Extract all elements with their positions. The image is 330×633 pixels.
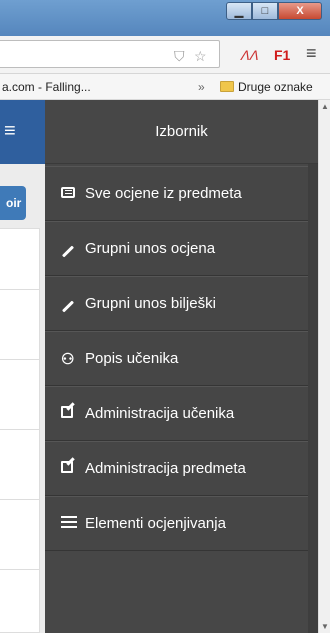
edit-icon bbox=[45, 405, 85, 422]
app-navbar: ≡ bbox=[0, 100, 45, 164]
users-icon: ⚇ bbox=[61, 350, 75, 368]
minimize-button[interactable]: ▁ bbox=[226, 2, 252, 20]
menu-title: Izbornik bbox=[45, 100, 318, 164]
menu-item-label: Sve ocjene iz predmeta bbox=[85, 185, 242, 202]
menu-item-administracija-predmeta[interactable]: Administracija predmeta bbox=[45, 441, 308, 496]
bookmarks-overflow-button[interactable]: » bbox=[198, 80, 205, 94]
address-bar[interactable]: ⛉ ☆ bbox=[0, 40, 220, 68]
partial-button[interactable]: oir bbox=[0, 186, 26, 220]
edit-icon bbox=[45, 460, 85, 477]
menu-edge bbox=[308, 164, 318, 633]
folder-icon bbox=[220, 81, 234, 92]
row-divider bbox=[0, 499, 40, 500]
f1-extension-logo-icon[interactable]: ᐱᐱ bbox=[240, 48, 258, 64]
window-titlebar: ▁ □ X bbox=[0, 0, 330, 36]
content-panel bbox=[0, 228, 40, 633]
side-menu: Izbornik Sve ocjene iz predmeta Grupni u… bbox=[45, 100, 318, 633]
shield-icon[interactable]: ⛉ bbox=[174, 48, 185, 65]
menu-item-label: Administracija učenika bbox=[85, 405, 235, 422]
menu-item-grupni-unos-biljeski[interactable]: Grupni unos bilješki bbox=[45, 276, 308, 331]
menu-item-popis-ucenika[interactable]: ⚇ Popis učenika bbox=[45, 331, 308, 386]
list-icon bbox=[45, 515, 85, 532]
row-divider bbox=[0, 359, 40, 360]
menu-item-elementi-ocjenjivanja[interactable]: Elementi ocjenjivanja bbox=[45, 496, 308, 551]
other-bookmarks-folder[interactable]: Druge oznake bbox=[220, 80, 313, 94]
star-icon[interactable]: ☆ bbox=[194, 48, 207, 65]
window-controls: ▁ □ X bbox=[226, 2, 322, 20]
row-divider bbox=[0, 429, 40, 430]
folder-label: Druge oznake bbox=[238, 80, 313, 94]
pencil-icon bbox=[45, 295, 85, 313]
row-divider bbox=[0, 289, 40, 290]
menu-item-label: Administracija predmeta bbox=[85, 460, 246, 477]
menu-item-grupni-unos-ocjena[interactable]: Grupni unos ocjena bbox=[45, 221, 308, 276]
close-button[interactable]: X bbox=[278, 2, 322, 20]
hamburger-menu-icon[interactable]: ≡ bbox=[4, 120, 16, 143]
menu-item-label: Elementi ocjenjivanja bbox=[85, 515, 226, 532]
scroll-down-icon[interactable]: ▼ bbox=[321, 622, 329, 631]
menu-item-label: Grupni unos bilješki bbox=[85, 295, 216, 312]
browser-menu-icon[interactable]: ≡ bbox=[306, 43, 317, 64]
bookmark-item[interactable]: a.com - Falling... bbox=[2, 80, 91, 94]
f1-extension-button[interactable]: F1 bbox=[274, 47, 290, 63]
page-scrollbar[interactable]: ▲ ▼ bbox=[318, 100, 330, 633]
menu-item-label: Popis učenika bbox=[85, 350, 179, 367]
menu-item-sve-ocjene[interactable]: Sve ocjene iz predmeta bbox=[45, 166, 308, 221]
list-alt-icon bbox=[45, 185, 85, 202]
maximize-button[interactable]: □ bbox=[252, 2, 278, 20]
pencil-icon bbox=[45, 240, 85, 258]
menu-item-administracija-ucenika[interactable]: Administracija učenika bbox=[45, 386, 308, 441]
bookmarks-bar: a.com - Falling... » Druge oznake bbox=[0, 74, 330, 100]
row-divider bbox=[0, 569, 40, 570]
page-background: ≡ oir bbox=[0, 100, 45, 633]
scroll-up-icon[interactable]: ▲ bbox=[321, 102, 329, 111]
menu-item-label: Grupni unos ocjena bbox=[85, 240, 216, 257]
